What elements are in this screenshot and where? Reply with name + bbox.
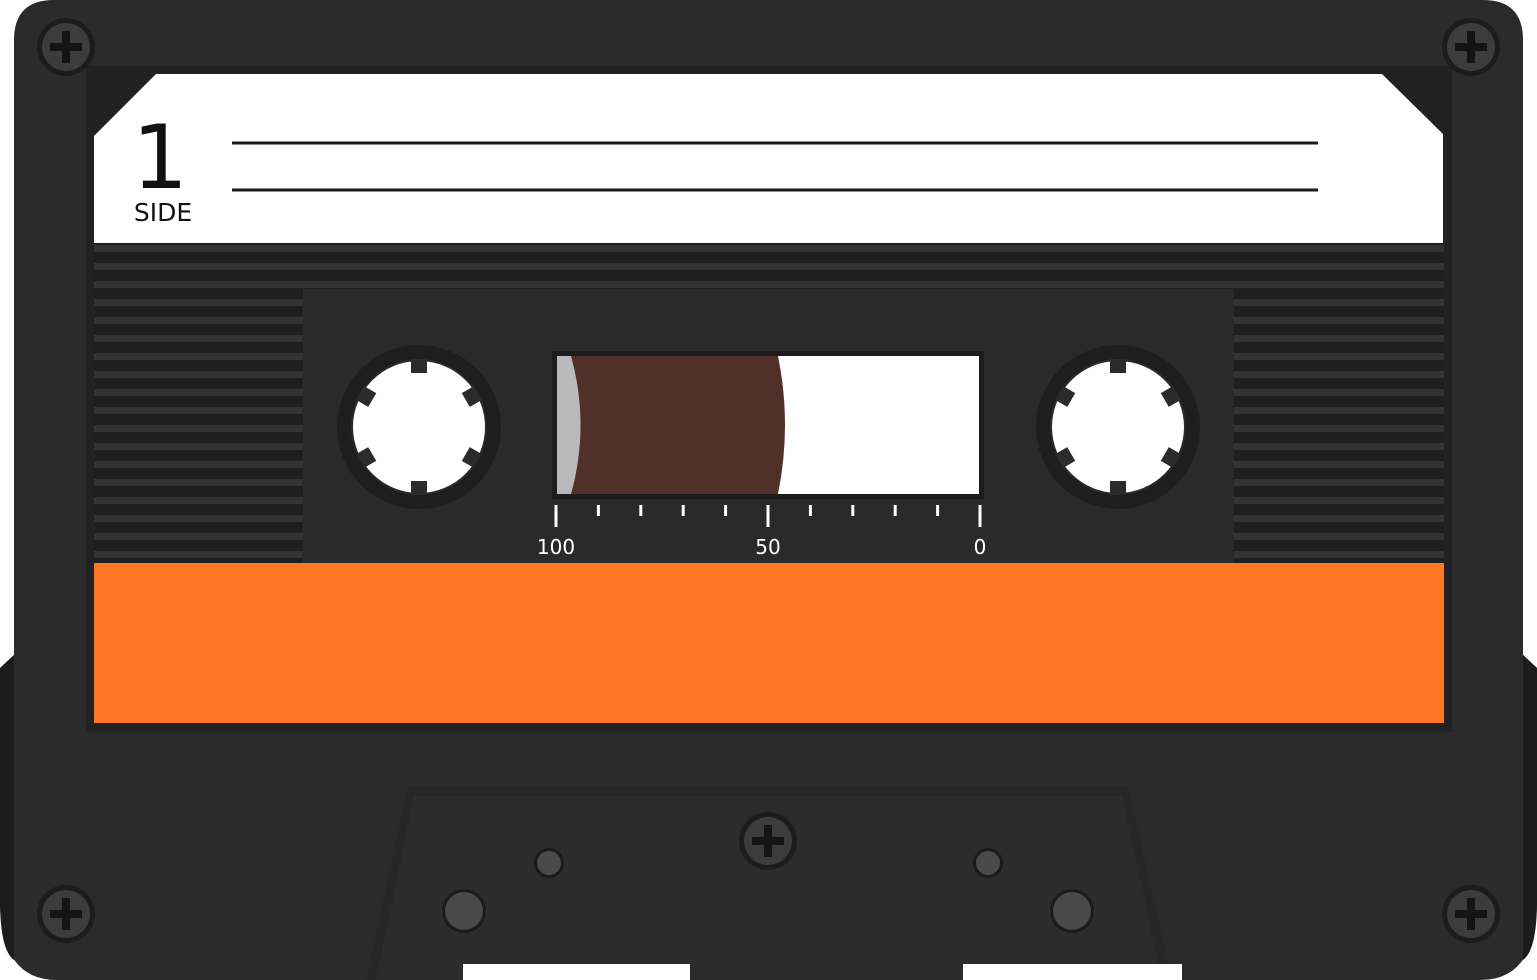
tape-spool <box>571 356 785 494</box>
guide-hole-right <box>976 851 1000 875</box>
tape-opening-right <box>963 964 1182 980</box>
side-number: 1 <box>132 106 188 209</box>
label-stripe <box>94 563 1444 723</box>
phillips-screw-icon <box>739 812 797 870</box>
scale-label-0: 0 <box>974 535 987 559</box>
phillips-screw-icon <box>1442 885 1500 943</box>
scale-label-100: 100 <box>537 535 575 559</box>
cassette-label <box>94 74 1443 243</box>
reel-hub-icon <box>337 345 501 509</box>
phillips-screw-icon <box>37 18 95 76</box>
reel-hub-icon <box>1036 345 1200 509</box>
cassette-tape-illustration: 1 SIDE 100 50 0 <box>0 0 1537 980</box>
pinch-hole-left <box>445 892 483 930</box>
cassette-svg: 1 SIDE 100 50 0 <box>0 0 1537 980</box>
scale-label-50: 50 <box>755 535 780 559</box>
guide-hole-left <box>537 851 561 875</box>
tape-opening-left <box>463 964 690 980</box>
phillips-screw-icon <box>37 885 95 943</box>
side-text: SIDE <box>134 198 192 227</box>
phillips-screw-icon <box>1442 18 1500 76</box>
pinch-hole-right <box>1053 892 1091 930</box>
